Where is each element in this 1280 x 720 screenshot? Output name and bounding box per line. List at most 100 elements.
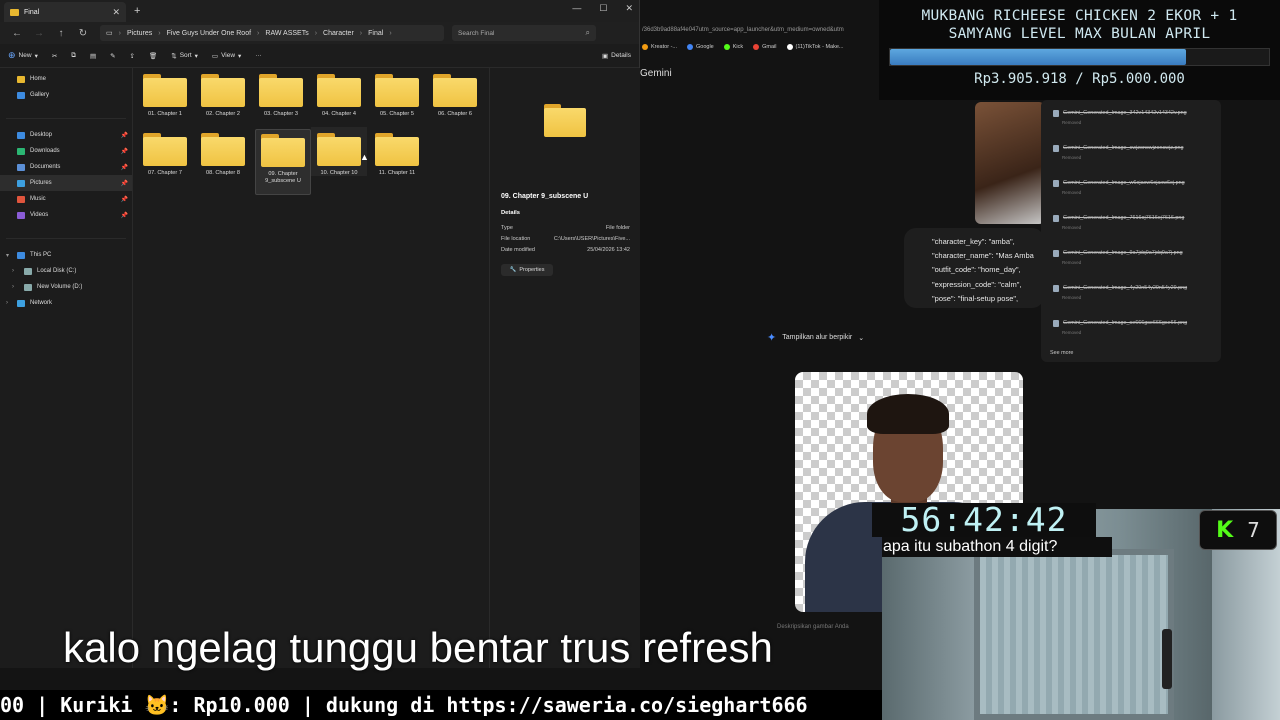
breadcrumb-item[interactable]: Character <box>323 30 354 37</box>
expand-icon[interactable]: › <box>6 300 8 306</box>
folder-item[interactable]: 07. Chapter 7 <box>137 127 193 176</box>
sidebar-item-this-pc[interactable]: ▾ This PC <box>0 247 132 263</box>
address-bar: ← → ↑ ↻ ▭ › Pictures › Five Guys Under One… <box>0 22 639 44</box>
sidebar-item-gallery[interactable]: Gallery <box>0 87 132 103</box>
file-name: Gemini_Generated_Image_4y29n54y29n54y29.… <box>1063 285 1188 291</box>
sidebar-item-pictures[interactable]: Pictures 📌 <box>0 175 132 191</box>
sidebar-item-drive-c[interactable]: › Local Disk (C:) <box>0 263 132 279</box>
breadcrumb-item[interactable]: RAW ASSETs <box>265 30 308 37</box>
sidebar-item-home[interactable]: Home <box>0 71 132 87</box>
download-item[interactable]: Gemini_Generated_Image_se666gse666gse66.… <box>1053 320 1187 335</box>
share-icon[interactable]: ⇪ <box>130 52 135 60</box>
expand-icon[interactable]: › <box>12 284 14 290</box>
pin-icon[interactable]: 📌 <box>121 148 128 155</box>
folder-item-selected[interactable]: 09. Chapter 9_subscene U <box>255 129 311 195</box>
sidebar-item-videos[interactable]: Videos 📌 <box>0 207 132 223</box>
maximize-icon[interactable]: ☐ <box>599 3 607 14</box>
expand-icon[interactable]: › <box>12 268 14 274</box>
tab-final[interactable]: Final ✕ <box>4 2 126 22</box>
search-icon: ⌕ <box>585 28 590 37</box>
breadcrumb-item[interactable]: Final <box>368 30 383 37</box>
bookmark-item[interactable]: Kick <box>723 44 743 50</box>
file-explorer-window: Final ✕ + — ☐ ✕ ← → ↑ ↻ ▭ › Pictures › Fiv… <box>0 0 640 668</box>
folder-item[interactable]: 04. Chapter 4 <box>311 68 367 117</box>
cut-icon[interactable]: ✂ <box>52 52 57 60</box>
goal-amount: Rp3.905.918 / Rp5.000.000 <box>974 71 1185 87</box>
breadcrumb[interactable]: ▭ › Pictures › Five Guys Under One Roof › R… <box>100 25 444 41</box>
folder-item[interactable]: 01. Chapter 1 <box>137 68 193 117</box>
sort-button[interactable]: ⇅ Sort ▾ <box>171 52 198 60</box>
details-value: File folder <box>605 225 630 231</box>
details-button[interactable]: ▣ Details <box>602 52 631 60</box>
show-thinking-toggle[interactable]: ✦ Tampilkan alur berpikir ⌄ <box>767 331 864 344</box>
bookmark-item[interactable]: (11)TikTok - Make... <box>786 44 843 50</box>
pin-icon[interactable]: 📌 <box>121 196 128 203</box>
goal-title-line-2: SAMYANG LEVEL MAX BULAN APRIL <box>948 26 1211 42</box>
folder-item[interactable]: 03. Chapter 3 <box>253 68 309 117</box>
pin-icon[interactable]: 📌 <box>121 132 128 139</box>
download-item[interactable]: Gemini_Generated_Image_4y29n54y29n54y29.… <box>1053 285 1188 300</box>
minimize-icon[interactable]: — <box>572 3 581 14</box>
goal-progress-bar <box>889 48 1270 66</box>
sidebar-item-label: Music <box>30 196 46 202</box>
download-item[interactable]: Gemini_Generated_Image_cwjzoncwjzoncwjz.… <box>1053 145 1183 160</box>
close-tab-icon[interactable]: ✕ <box>112 7 120 18</box>
music-icon <box>17 195 25 203</box>
paste-icon[interactable]: ▤ <box>90 52 96 60</box>
breadcrumb-item[interactable]: Pictures <box>127 30 152 37</box>
folder-item[interactable]: 08. Chapter 8 <box>195 127 251 176</box>
download-item[interactable]: Gemini_Generated_Image_342v14342v14342v.… <box>1053 110 1187 125</box>
download-item[interactable]: Gemini_Generated_Image_7616oj7616oj7616.… <box>1053 215 1184 230</box>
refresh-icon[interactable]: ↻ <box>72 28 94 39</box>
new-button[interactable]: ⊕ New ▾ <box>8 50 38 61</box>
more-icon[interactable]: ··· <box>255 52 262 59</box>
folder-item[interactable]: 05. Chapter 5 <box>369 68 425 117</box>
folder-item[interactable]: 10. Chapter 10 <box>311 127 367 176</box>
see-more-link[interactable]: See more <box>1050 350 1073 356</box>
expand-icon[interactable]: ▾ <box>6 252 9 259</box>
folder-item[interactable]: 06. Chapter 6 <box>427 68 483 117</box>
sidebar-item-label: Network <box>30 300 53 306</box>
bookmark-item[interactable]: Kreator -... <box>642 44 677 50</box>
bookmark-label: Gmail <box>762 44 777 50</box>
pin-icon[interactable]: 📌 <box>121 212 128 219</box>
downloads-panel: Gemini_Generated_Image_342v14342v14342v.… <box>1041 100 1221 362</box>
delete-icon[interactable]: 🗑 <box>149 52 157 60</box>
folder-icon <box>375 74 419 107</box>
view-button[interactable]: ▭ View ▾ <box>212 52 241 60</box>
folder-item[interactable]: 11. Chapter 11 <box>369 127 425 176</box>
folder-item[interactable]: 02. Chapter 2 <box>195 68 251 117</box>
folder-icon <box>317 74 361 107</box>
sidebar-item-network[interactable]: › Network <box>0 295 132 311</box>
pin-icon[interactable]: 📌 <box>121 180 128 187</box>
sort-label: Sort <box>179 52 192 59</box>
properties-button[interactable]: 🔧 Properties <box>501 264 553 276</box>
back-icon[interactable]: ← <box>6 28 28 39</box>
breadcrumb-item[interactable]: Five Guys Under One Roof <box>167 30 251 37</box>
sidebar-item-drive-d[interactable]: › New Volume (D:) <box>0 279 132 295</box>
download-item[interactable]: Gemini_Generated_Image_w6ojaxw6ojaxw6oj.… <box>1053 180 1185 195</box>
sidebar-item-documents[interactable]: Documents 📌 <box>0 159 132 175</box>
search-input[interactable]: Search Final ⌕ <box>452 25 596 41</box>
rename-icon[interactable]: ✎ <box>110 52 115 60</box>
new-label: New <box>18 52 32 59</box>
sidebar-item-music[interactable]: Music 📌 <box>0 191 132 207</box>
reference-photo <box>975 102 1045 224</box>
up-icon[interactable]: ↑ <box>50 28 72 39</box>
chevron-down-icon: ⌄ <box>858 334 865 342</box>
bookmark-item[interactable]: Google <box>686 44 714 50</box>
close-icon[interactable]: ✕ <box>625 3 633 14</box>
screen: Final ✕ + — ☐ ✕ ← → ↑ ↻ ▭ › Pictures › Fiv… <box>0 0 1280 720</box>
new-tab-button[interactable]: + <box>134 5 140 17</box>
sidebar-item-desktop[interactable]: Desktop 📌 <box>0 127 132 143</box>
url-bar[interactable]: /36d3b9ad88af4e047utm_source=app_launche… <box>640 22 880 38</box>
download-item[interactable]: Gemini_Generated_Image_9a7jdq9a7jdq9a7j.… <box>1053 250 1183 265</box>
pin-icon[interactable]: 📌 <box>121 164 128 171</box>
forward-icon[interactable]: → <box>28 28 50 39</box>
details-value: C:\Users\USER\Pictures\Five... <box>553 236 630 242</box>
file-icon <box>1053 320 1059 327</box>
sidebar-item-downloads[interactable]: Downloads 📌 <box>0 143 132 159</box>
copy-icon[interactable]: ⧉ <box>71 52 76 60</box>
file-status: Removed <box>1062 260 1082 265</box>
bookmark-item[interactable]: Gmail <box>753 44 777 50</box>
